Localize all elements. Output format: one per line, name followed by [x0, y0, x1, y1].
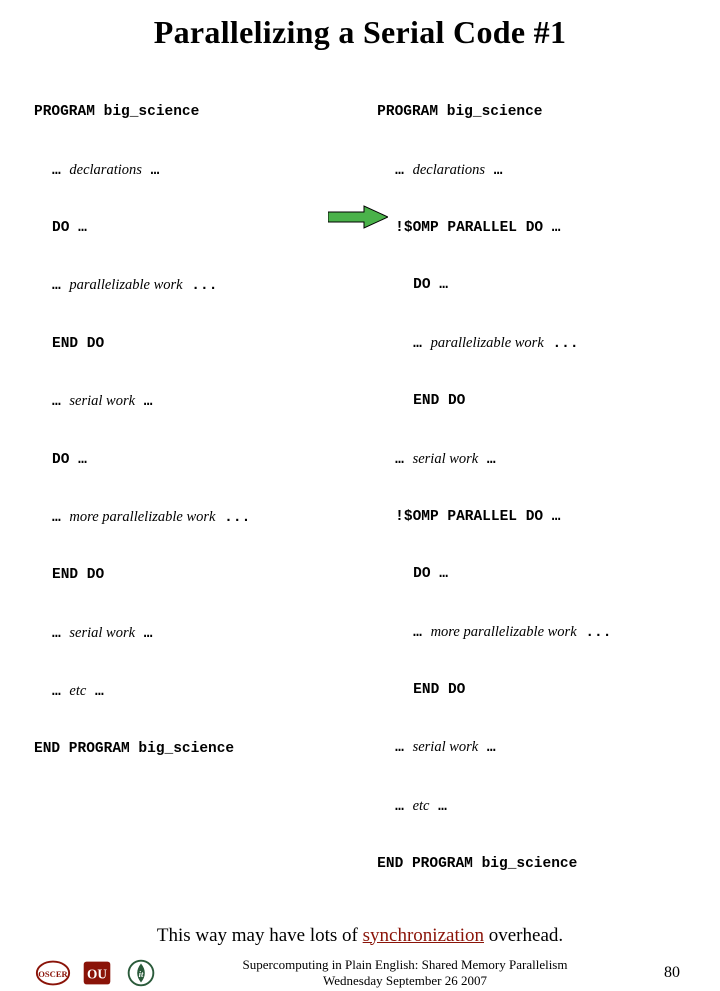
- oscer-logo-icon: OSCER: [34, 958, 72, 988]
- code-line: PROGRAM big_science: [377, 103, 686, 122]
- code-line: END PROGRAM big_science: [34, 740, 333, 759]
- serial-code-block: PROGRAM big_science … declarations … DO …: [34, 65, 333, 913]
- code-line: … serial work …: [34, 392, 333, 412]
- code-line: … etc …: [34, 682, 333, 702]
- footer: OSCER OU it Supercomputing in Plain Engl…: [34, 957, 686, 991]
- svg-text:OU: OU: [87, 966, 107, 981]
- code-line: … more parallelizable work ...: [34, 508, 333, 528]
- code-line: DO …: [377, 276, 686, 295]
- code-line: !$OMP PARALLEL DO …: [377, 508, 686, 527]
- code-line: … declarations …: [34, 161, 333, 181]
- code-line: DO …: [34, 451, 333, 470]
- code-line: DO …: [34, 219, 333, 238]
- parallel-code-block: PROGRAM big_science … declarations … !$O…: [377, 65, 686, 913]
- code-line: DO …: [377, 565, 686, 584]
- footer-text: Supercomputing in Plain English: Shared …: [160, 957, 650, 990]
- code-line: … parallelizable work ...: [377, 334, 686, 354]
- code-line: … serial work …: [377, 738, 686, 758]
- code-line: … parallelizable work ...: [34, 276, 333, 296]
- arrow-icon: [328, 205, 388, 229]
- code-line: END DO: [377, 392, 686, 411]
- code-line: … serial work …: [34, 624, 333, 644]
- content-columns: PROGRAM big_science … declarations … DO …: [34, 65, 686, 913]
- code-line: END PROGRAM big_science: [377, 855, 686, 874]
- code-line: … serial work …: [377, 450, 686, 470]
- svg-text:it: it: [139, 969, 144, 979]
- code-line: PROGRAM big_science: [34, 103, 333, 122]
- ou-logo-icon: OU: [78, 958, 116, 988]
- caption-text: This way may have lots of synchronizatio…: [34, 925, 686, 947]
- code-line: … more parallelizable work ...: [377, 623, 686, 643]
- code-line: END DO: [34, 566, 333, 585]
- code-line: END DO: [377, 681, 686, 700]
- page-number: 80: [650, 964, 680, 982]
- code-line: … declarations …: [377, 161, 686, 181]
- slide-title: Parallelizing a Serial Code #1: [34, 14, 686, 51]
- code-line: … etc …: [377, 797, 686, 817]
- footer-logos: OSCER OU it: [34, 958, 160, 988]
- code-line: END DO: [34, 335, 333, 354]
- code-line: !$OMP PARALLEL DO …: [377, 219, 686, 238]
- svg-text:OSCER: OSCER: [38, 969, 68, 979]
- it-logo-icon: it: [122, 958, 160, 988]
